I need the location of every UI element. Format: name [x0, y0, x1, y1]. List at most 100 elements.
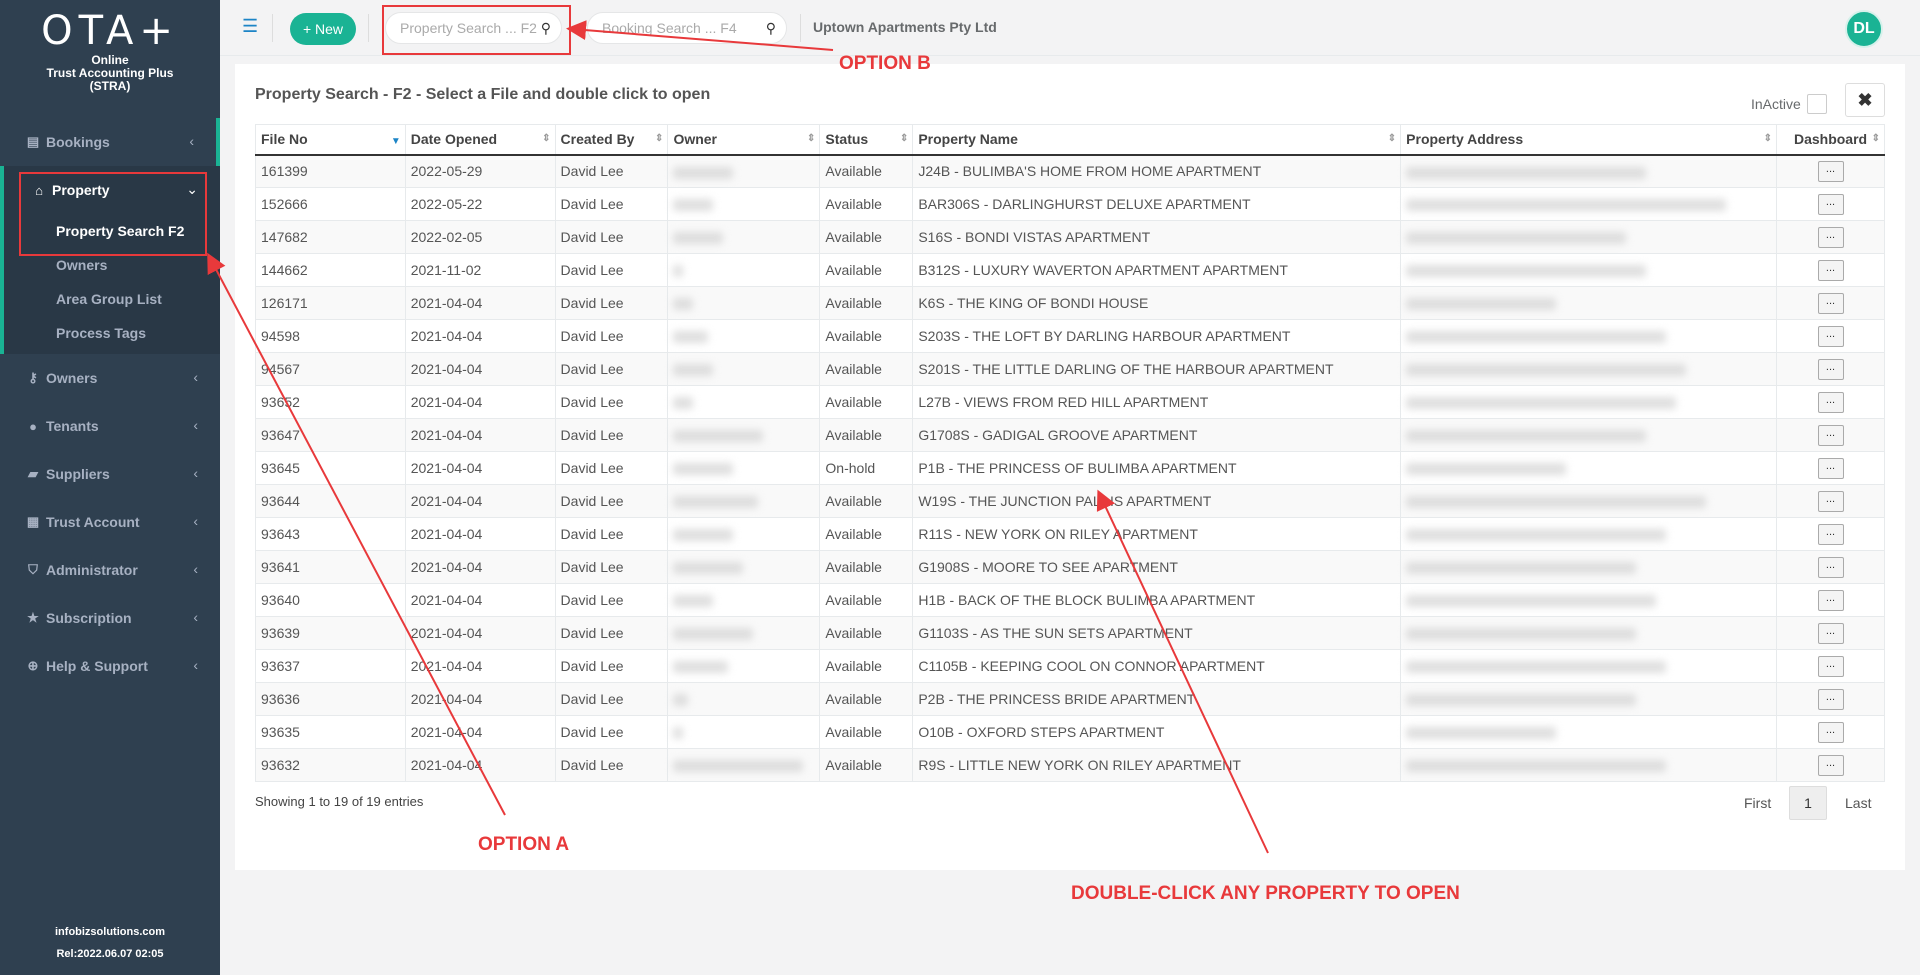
- dashboard-button[interactable]: ...: [1817, 160, 1844, 182]
- table-row[interactable]: 93635 2021-04-04 David Lee Available O10B - …: [255, 715, 1885, 749]
- inactive-toggle[interactable]: InActive: [1751, 94, 1827, 114]
- sort-icon: ⇕: [1763, 133, 1773, 144]
- chevron-left-icon: ‹: [193, 417, 198, 433]
- dashboard-button[interactable]: ...: [1817, 193, 1844, 215]
- cell-owner: [667, 649, 821, 683]
- col-header-file-no[interactable]: File No ▼: [255, 124, 406, 156]
- cell-property-address: [1400, 253, 1778, 287]
- redacted-owner: [673, 595, 714, 608]
- redacted-owner: [673, 496, 759, 509]
- table-row[interactable]: 93652 2021-04-04 David Lee Available L27B - …: [255, 385, 1885, 419]
- table-row[interactable]: 126171 2021-04-04 David Lee Available K6S - …: [255, 286, 1885, 320]
- dashboard-button[interactable]: ...: [1817, 556, 1844, 578]
- sidebar-item-owners[interactable]: ⚷ Owners ‹: [0, 354, 220, 402]
- menu-icon[interactable]: ☰: [242, 16, 258, 37]
- dashboard-button[interactable]: ...: [1817, 490, 1844, 512]
- cell-dashboard: ...: [1776, 154, 1885, 188]
- booking-search-input[interactable]: Booking Search ... F4 ⚲: [587, 12, 787, 44]
- sidebar-subitem-area-group-list[interactable]: Area Group List: [4, 282, 220, 316]
- cell-status: Available: [819, 715, 914, 749]
- col-header-dashboard[interactable]: Dashboard ⇕: [1776, 124, 1885, 156]
- sort-icon: ⇕: [899, 133, 909, 144]
- table-row[interactable]: 93639 2021-04-04 David Lee Available G1103S …: [255, 616, 1885, 650]
- table-row[interactable]: 93644 2021-04-04 David Lee Available W19S - …: [255, 484, 1885, 518]
- sidebar-item-help-support[interactable]: ⊕ Help & Support ‹: [0, 642, 220, 690]
- table-row[interactable]: 93632 2021-04-04 David Lee Available R9S - L…: [255, 748, 1885, 782]
- cell-owner: [667, 418, 821, 452]
- search-icon[interactable]: ⚲: [766, 13, 776, 43]
- sidebar-item-trust-account[interactable]: ▦ Trust Account ‹: [0, 498, 220, 546]
- dashboard-button[interactable]: ...: [1817, 655, 1844, 677]
- sidebar-item-bookings[interactable]: ▤ Bookings ‹: [0, 118, 220, 166]
- redacted-owner: [673, 727, 684, 740]
- dashboard-button[interactable]: ...: [1817, 754, 1844, 776]
- cell-dashboard: ...: [1776, 616, 1885, 650]
- table-row[interactable]: 93636 2021-04-04 David Lee Available P2B - T…: [255, 682, 1885, 716]
- redacted-owner: [673, 265, 684, 278]
- pager-last[interactable]: Last: [1845, 786, 1871, 820]
- table-row[interactable]: 94567 2021-04-04 David Lee Available S201S -…: [255, 352, 1885, 386]
- table-row[interactable]: 93641 2021-04-04 David Lee Available G1908S …: [255, 550, 1885, 584]
- dashboard-button[interactable]: ...: [1817, 391, 1844, 413]
- cell-created-by: David Lee: [554, 682, 669, 716]
- dashboard-button[interactable]: ...: [1817, 523, 1844, 545]
- sidebar-item-tenants[interactable]: ● Tenants ‹: [0, 402, 220, 450]
- dashboard-button[interactable]: ...: [1817, 721, 1844, 743]
- dashboard-button[interactable]: ...: [1817, 325, 1844, 347]
- dashboard-button[interactable]: ...: [1817, 622, 1844, 644]
- redacted-address: [1406, 430, 1647, 443]
- sidebar-item-suppliers[interactable]: ▰ Suppliers ‹: [0, 450, 220, 498]
- dashboard-button[interactable]: ...: [1817, 424, 1844, 446]
- redacted-address: [1406, 265, 1647, 278]
- redacted-address: [1406, 694, 1637, 707]
- cell-file-no: 94567: [255, 352, 406, 386]
- col-header-property-name[interactable]: Property Name ⇕: [912, 124, 1402, 156]
- new-button[interactable]: + New: [290, 13, 356, 45]
- sidebar-item-administrator[interactable]: ⛉ Administrator ‹: [0, 546, 220, 594]
- table-row[interactable]: 93643 2021-04-04 David Lee Available R11S - …: [255, 517, 1885, 551]
- col-header-status[interactable]: Status ⇕: [819, 124, 914, 156]
- dashboard-button[interactable]: ...: [1817, 589, 1844, 611]
- key-icon: ⚷: [28, 370, 38, 385]
- table-row[interactable]: 93645 2021-04-04 David Lee On-hold P1B - THE…: [255, 451, 1885, 485]
- dashboard-button[interactable]: ...: [1817, 358, 1844, 380]
- cell-created-by: David Lee: [554, 418, 669, 452]
- cell-property-address: [1400, 154, 1778, 188]
- col-header-date-opened[interactable]: Date Opened ⇕: [404, 124, 556, 156]
- dashboard-button[interactable]: ...: [1817, 457, 1844, 479]
- cell-file-no: 126171: [255, 286, 406, 320]
- sidebar-subitem-process-tags[interactable]: Process Tags: [4, 316, 220, 350]
- cell-created-by: David Lee: [554, 748, 669, 782]
- inactive-checkbox[interactable]: [1806, 94, 1827, 114]
- table-row[interactable]: 93647 2021-04-04 David Lee Available G1708S …: [255, 418, 1885, 452]
- cell-created-by: David Lee: [554, 286, 669, 320]
- dashboard-button[interactable]: ...: [1817, 259, 1844, 281]
- sidebar-item-subscription[interactable]: ★ Subscription ‹: [0, 594, 220, 642]
- cell-date-opened: 2021-11-02: [404, 253, 556, 287]
- dashboard-button[interactable]: ...: [1817, 688, 1844, 710]
- col-header-created-by[interactable]: Created By ⇕: [554, 124, 669, 156]
- table-row[interactable]: 93640 2021-04-04 David Lee Available H1B - B…: [255, 583, 1885, 617]
- cell-file-no: 93637: [255, 649, 406, 683]
- col-header-owner[interactable]: Owner ⇕: [667, 124, 821, 156]
- table-row[interactable]: 147682 2022-02-05 David Lee Available S16S -…: [255, 220, 1885, 254]
- close-button[interactable]: ✖: [1845, 83, 1885, 117]
- table-row[interactable]: 94598 2021-04-04 David Lee Available S203S -…: [255, 319, 1885, 353]
- table-row[interactable]: 144662 2021-11-02 David Lee Available B312S …: [255, 253, 1885, 287]
- cell-date-opened: 2022-02-05: [404, 220, 556, 254]
- redacted-address: [1406, 199, 1727, 212]
- cell-property-address: [1400, 517, 1778, 551]
- dashboard-button[interactable]: ...: [1817, 292, 1844, 314]
- table-row[interactable]: 152666 2022-05-22 David Lee Available BAR306…: [255, 187, 1885, 221]
- avatar[interactable]: DL: [1845, 10, 1883, 48]
- table-row[interactable]: 161399 2022-05-29 David Lee Available J24B -…: [255, 154, 1885, 188]
- cell-property-name: G1103S - AS THE SUN SETS APARTMENT: [912, 616, 1402, 650]
- sidebar-item-label: Bookings: [46, 134, 110, 150]
- pager-first[interactable]: First: [1744, 786, 1771, 820]
- cell-file-no: 93641: [255, 550, 406, 584]
- col-header-property-address[interactable]: Property Address ⇕: [1400, 124, 1778, 156]
- redacted-address: [1406, 364, 1687, 377]
- pager-page-1[interactable]: 1: [1789, 786, 1827, 820]
- table-row[interactable]: 93637 2021-04-04 David Lee Available C1105B …: [255, 649, 1885, 683]
- dashboard-button[interactable]: ...: [1817, 226, 1844, 248]
